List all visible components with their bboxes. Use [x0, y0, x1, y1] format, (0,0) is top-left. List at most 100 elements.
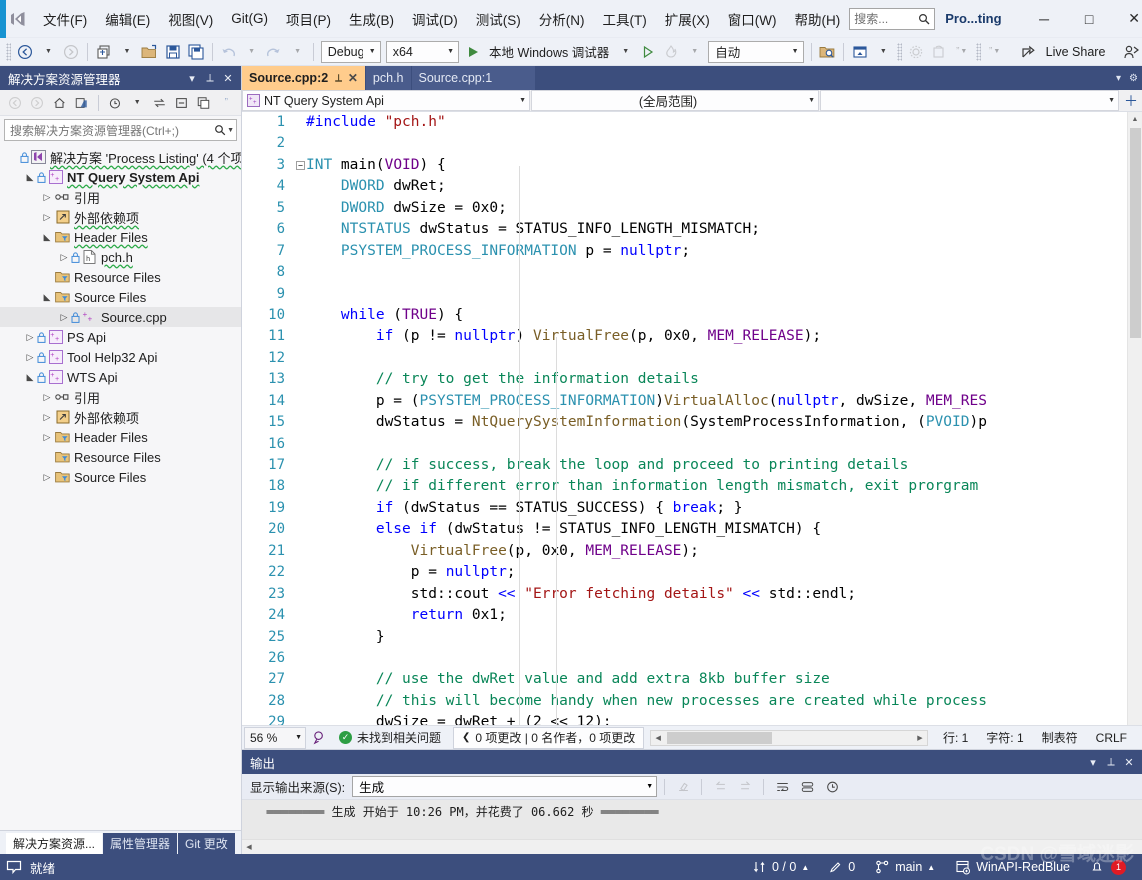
se-switch-views-button[interactable]	[71, 92, 92, 113]
solution-tree[interactable]: 解决方案 'Process Listing' (4 个项 ◢ + + NT Query …	[0, 144, 241, 830]
se-properties-button[interactable]	[193, 92, 214, 113]
tree-node[interactable]: Resource Files	[0, 267, 241, 287]
branch-status[interactable]: main ▲	[865, 860, 945, 874]
chevron-down-icon[interactable]: ◢	[23, 372, 37, 383]
hot-reload-dropdown[interactable]: ▼	[683, 41, 705, 63]
solution-config-combo[interactable]: Debug ▼	[320, 40, 381, 63]
se-collapse-all-button[interactable]	[171, 92, 192, 113]
code-line[interactable]: 5 DWORD dwSize = 0x0;	[242, 198, 1127, 219]
menu-debug[interactable]: 调试(D)	[403, 5, 467, 33]
close-icon[interactable]: ✕	[348, 71, 358, 85]
horizontal-scroll-thumb[interactable]	[667, 731, 773, 744]
output-source-combo[interactable]: 生成 ▼	[352, 776, 658, 797]
code-line[interactable]: 26	[242, 648, 1127, 669]
new-project-dropdown[interactable]: ▼	[116, 41, 138, 63]
code-line[interactable]: 3 INT main(VOID) {	[242, 155, 1127, 176]
code-editor[interactable]: 1 #include "pch.h" 2 3 INT main(VOID) {4 DWO…	[242, 112, 1142, 725]
start-debug-dropdown[interactable]: ▼	[614, 41, 636, 63]
tree-node[interactable]: ▷ + + PS Api	[0, 327, 241, 347]
git-status-box[interactable]: ❮ 0 项更改 | 0 名作者，0 项更改	[453, 726, 645, 749]
panel-pin-icon[interactable]: ⟂	[201, 68, 219, 88]
maximize-button[interactable]: □	[1067, 0, 1112, 38]
undo-dropdown[interactable]: ▼	[240, 41, 262, 63]
select-element-button[interactable]	[816, 41, 838, 63]
code-line[interactable]: 9	[242, 284, 1127, 305]
tree-node[interactable]: ▷ Header Files	[0, 427, 241, 447]
tab-solution-explorer[interactable]: 解决方案资源...	[6, 833, 103, 854]
scroll-left-icon[interactable]: ◀	[651, 734, 665, 742]
code-lines-container[interactable]: 1 #include "pch.h" 2 3 INT main(VOID) {4 DWO…	[242, 112, 1127, 725]
code-line[interactable]: 10 while (TRUE) {	[242, 305, 1127, 326]
menu-project[interactable]: 项目(P)	[277, 5, 340, 33]
scroll-up-icon[interactable]: ▲	[1128, 112, 1142, 127]
minimize-button[interactable]: ─	[1022, 0, 1067, 38]
panel-menu-chevron-down-icon[interactable]: ▾	[183, 68, 201, 88]
refresh-toolbar-button[interactable]	[928, 41, 950, 63]
se-forward-button[interactable]	[26, 92, 47, 113]
tree-node[interactable]: ◢ Source Files	[0, 287, 241, 307]
code-line[interactable]: 16	[242, 434, 1127, 455]
tree-node[interactable]: ◢ + + WTS Api	[0, 367, 241, 387]
problems-indicator[interactable]: ✓ 未找到相关问题	[333, 729, 447, 746]
tree-node[interactable]: ◢ Header Files	[0, 227, 241, 247]
se-pending-changes-button[interactable]	[104, 92, 125, 113]
output-go-to-previous-button[interactable]	[709, 776, 731, 797]
code-line[interactable]: 20 else if (dwStatus != STATUS_INFO_LENG…	[242, 519, 1127, 540]
output-word-wrap-button[interactable]	[771, 776, 793, 797]
code-line[interactable]: 25 }	[242, 627, 1127, 648]
chevron-right-icon[interactable]: ▷	[40, 472, 54, 483]
se-back-button[interactable]	[4, 92, 25, 113]
start-debug-button[interactable]	[462, 41, 484, 63]
menu-file[interactable]: 文件(F)	[34, 5, 96, 33]
new-project-button[interactable]	[93, 41, 115, 63]
code-line[interactable]: 12	[242, 348, 1127, 369]
tabs-indicator[interactable]: 制表符	[1033, 729, 1087, 746]
tree-node[interactable]: ▷ h pch.h	[0, 247, 241, 267]
output-go-to-next-button[interactable]	[734, 776, 756, 797]
code-line[interactable]: 23 std::cout << "Error fetching details"…	[242, 584, 1127, 605]
hot-reload-button[interactable]	[660, 41, 682, 63]
output-timestamp-button[interactable]	[821, 776, 843, 797]
output-settings-button[interactable]	[796, 776, 818, 797]
output-scroll-left-icon[interactable]: ◀	[242, 843, 256, 851]
code-line[interactable]: 15 dwStatus = NtQuerySystemInformation(S…	[242, 412, 1127, 433]
se-home-button[interactable]	[49, 92, 70, 113]
code-line[interactable]: 2	[242, 133, 1127, 154]
chevron-right-icon[interactable]: ▷	[57, 252, 71, 263]
se-sync-with-active-button[interactable]	[148, 92, 169, 113]
notifications-status[interactable]: 1	[1080, 859, 1136, 875]
split-view-button[interactable]: ＋	[1120, 90, 1142, 111]
code-line[interactable]: 29 dwSize = dwRet + (2 << 12);	[242, 712, 1127, 725]
live-share-icon-button[interactable]	[1019, 41, 1041, 63]
output-close-icon[interactable]: ✕	[1120, 752, 1138, 772]
tab-list-chevron-icon[interactable]: ▾	[1116, 73, 1121, 84]
undo-button[interactable]	[217, 41, 239, 63]
pin-icon[interactable]: ⟂	[335, 73, 342, 84]
pending-changes-status[interactable]: 0	[819, 860, 865, 874]
code-line[interactable]: 13 // try to get the information details	[242, 369, 1127, 390]
chevron-right-icon[interactable]: ▷	[40, 392, 54, 403]
tree-node[interactable]: ◢ + + NT Query System Api	[0, 167, 241, 187]
code-line[interactable]: 22 p = nullptr;	[242, 562, 1127, 583]
chevron-right-icon[interactable]: ▷	[23, 352, 37, 363]
code-line[interactable]: 14 p = (PSYSTEM_PROCESS_INFORMATION)Virt…	[242, 391, 1127, 412]
code-line[interactable]: 1 #include "pch.h"	[242, 112, 1127, 133]
code-line[interactable]: 17 // if success, break the loop and pro…	[242, 455, 1127, 476]
settings-toolbar-button[interactable]	[905, 41, 927, 63]
menu-tools[interactable]: 工具(T)	[594, 5, 656, 33]
output-horizontal-scrollbar[interactable]: ◀	[242, 839, 1142, 854]
se-overflow-button[interactable]: ”	[216, 92, 237, 113]
chevron-right-icon[interactable]: ▷	[40, 192, 54, 203]
code-line[interactable]: 4 DWORD dwRet;	[242, 176, 1127, 197]
quote-button-2[interactable]: ” ▼	[984, 41, 1006, 63]
editor-horizontal-scrollbar[interactable]: ◀ ▶	[650, 729, 928, 746]
code-line[interactable]: 6 NTSTATUS dwStatus = STATUS_INFO_LENGTH…	[242, 219, 1127, 240]
debug-target-combo[interactable]: 自动 ▼	[708, 40, 804, 63]
tree-node[interactable]: ▷ 外部依赖项	[0, 207, 241, 227]
code-line[interactable]: 8	[242, 262, 1127, 283]
nav-member-combo[interactable]: ▼	[820, 90, 1119, 111]
editor-vertical-scrollbar[interactable]: ▲	[1127, 112, 1142, 725]
redo-dropdown[interactable]: ▼	[286, 41, 308, 63]
open-file-button[interactable]	[139, 41, 161, 63]
live-share-label[interactable]: Live Share	[1042, 45, 1110, 59]
